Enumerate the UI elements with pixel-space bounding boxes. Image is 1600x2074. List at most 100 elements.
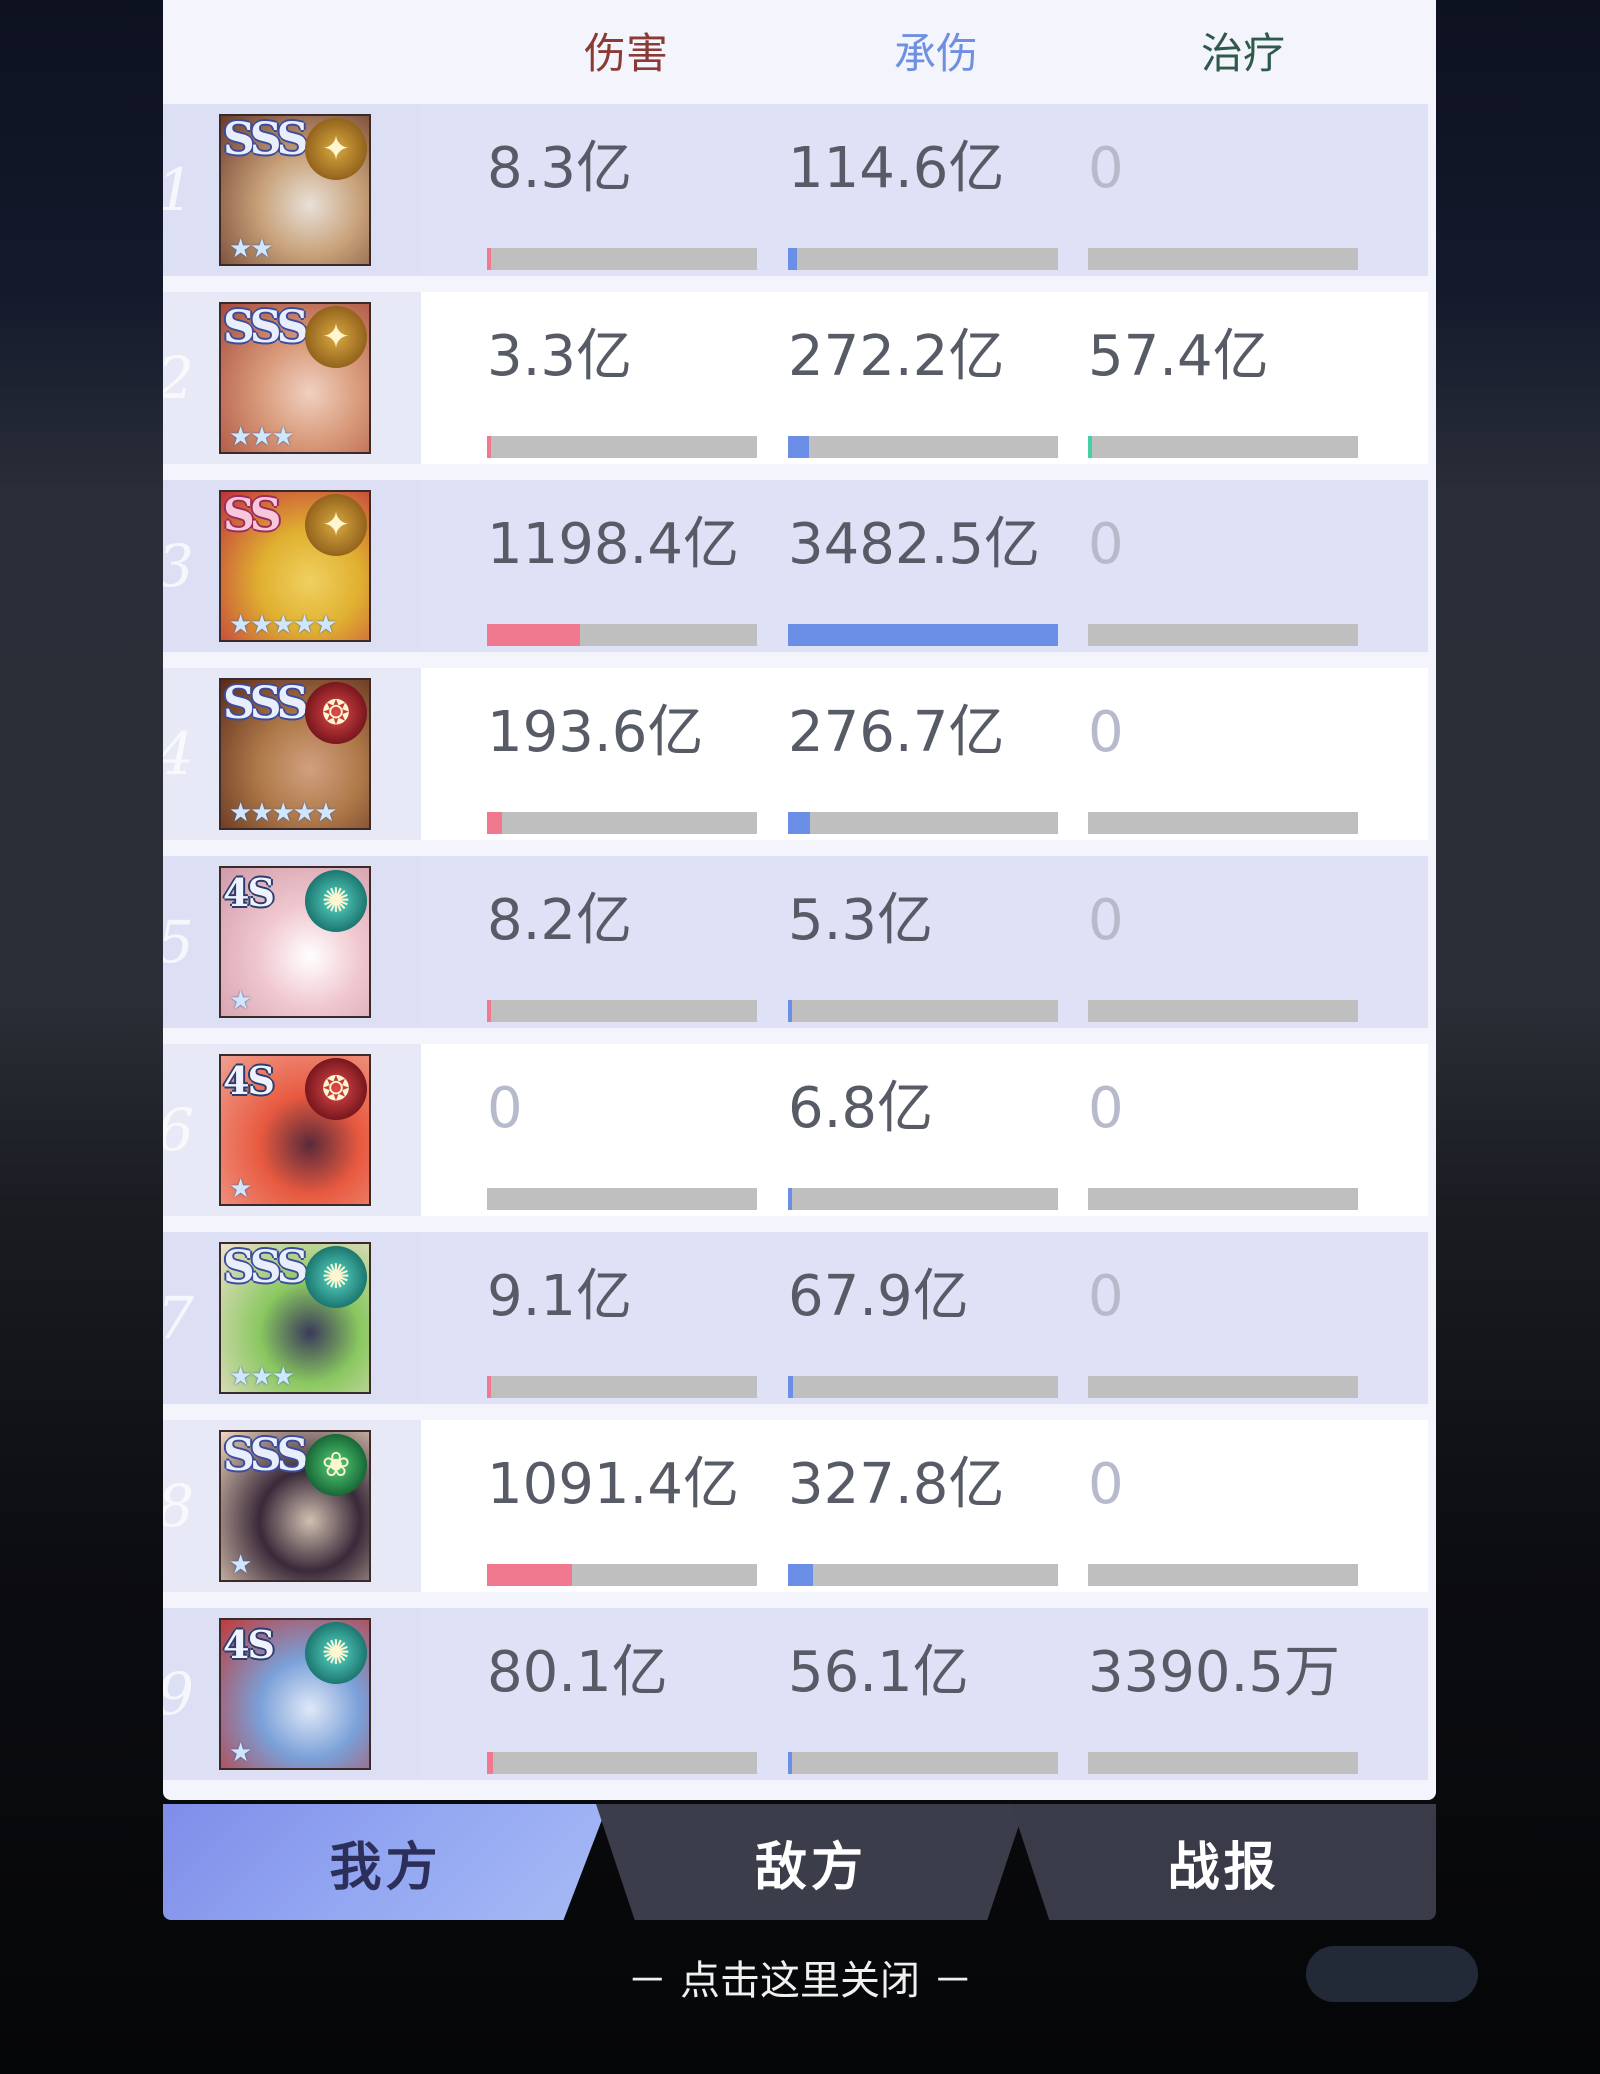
hero-slot-number: 1 [163, 156, 194, 224]
hero-rank-badge: 4S [223, 870, 275, 915]
healing-value: 57.4亿 [1088, 324, 1269, 389]
healing-value: 0 [1088, 888, 1124, 953]
hero-rank-badge: 4S [223, 1622, 275, 1667]
damage-bar-fill [487, 1000, 492, 1022]
hero-portrait[interactable]: SSS ✦ ★★★ [219, 302, 371, 454]
damage-bar [487, 248, 757, 270]
damage-taken-value: 3482.5亿 [788, 512, 1040, 577]
damage-bar [487, 436, 757, 458]
faction-emblem-icon: ❂ [305, 682, 367, 744]
column-header-damage-taken: 承伤 [893, 29, 978, 78]
damage-bar-fill [487, 1376, 492, 1398]
damage-taken-value: 327.8亿 [788, 1452, 1005, 1517]
hero-portrait[interactable]: SSS ❂ ★★★★★ [219, 678, 371, 830]
tab-battle-report[interactable]: 战报 [1011, 1804, 1436, 1920]
hero-row: 5 4S ✺ ★ 8.2亿 5.3亿 0 [163, 856, 1428, 1028]
hero-portrait[interactable]: SS ✦ ★★★★★ [219, 490, 371, 642]
hero-row: 1 SSS✦ ★★ 8.3亿 114.6亿 0 [163, 104, 1428, 276]
hero-rank-badge: SSS [223, 114, 308, 165]
hero-rank-badge: SSS [223, 1430, 308, 1481]
damage-taken-value: 6.8亿 [788, 1076, 934, 1141]
healing-value: 0 [1088, 1452, 1124, 1517]
star-rating: ★★★ [229, 1362, 295, 1392]
hero-rank-badge: SSS [223, 302, 308, 353]
damage-taken-bar-fill [788, 1188, 793, 1210]
damage-value: 1091.4亿 [487, 1452, 739, 1517]
healing-bar [1088, 1752, 1358, 1774]
healing-bar [1088, 1376, 1358, 1398]
damage-taken-value: 67.9亿 [788, 1264, 969, 1329]
hero-portrait[interactable]: SSS ✺ ★★★ [219, 1242, 371, 1394]
hero-portrait[interactable]: 4S ✺ ★ [219, 866, 371, 1018]
damage-bar [487, 1188, 757, 1210]
damage-taken-bar-fill [788, 624, 1058, 646]
damage-value: 1198.4亿 [487, 512, 739, 577]
healing-value: 0 [1088, 1076, 1124, 1141]
star-rating: ★ [229, 1174, 252, 1204]
hero-portrait[interactable]: SSS ❀ ★ [219, 1430, 371, 1582]
damage-bar-fill [487, 1564, 572, 1586]
damage-taken-bar-fill [788, 1752, 793, 1774]
hero-rank-badge: SSS [223, 1242, 308, 1293]
damage-bar [487, 1564, 757, 1586]
damage-taken-value: 276.7亿 [788, 700, 1005, 765]
hero-slot-number: 9 [163, 1660, 194, 1728]
healing-bar [1088, 248, 1358, 270]
hero-slot-number: 6 [163, 1096, 194, 1164]
hero-row: 8 SSS❀ ★ 1091.4亿 327.8亿 0 [163, 1420, 1428, 1592]
column-header-healing: 治疗 [1200, 29, 1285, 78]
blurred-button[interactable] [1306, 1946, 1478, 2002]
faction-emblem-icon: ❂ [305, 1058, 367, 1120]
damage-taken-bar-fill [788, 812, 810, 834]
damage-taken-bar [788, 1564, 1058, 1586]
faction-emblem-icon: ✺ [305, 1246, 367, 1308]
healing-bar [1088, 1564, 1358, 1586]
healing-bar [1088, 436, 1358, 458]
hero-row: 6 4S ❂ ★ 0 6.8亿 0 [163, 1044, 1428, 1216]
damage-taken-value: 56.1亿 [788, 1640, 969, 1705]
hero-rank-badge: SSS [223, 678, 308, 729]
healing-value: 0 [1088, 700, 1124, 765]
damage-taken-bar [788, 1188, 1058, 1210]
damage-taken-value: 272.2亿 [788, 324, 1005, 389]
damage-bar [487, 1752, 757, 1774]
battle-stats-panel: 伤害 承伤 治疗 1SSS✦★★8.3亿114.6亿02SSS✦★★★3.3亿2… [163, 0, 1436, 1800]
damage-bar-fill [487, 436, 492, 458]
damage-value: 3.3亿 [487, 324, 633, 389]
damage-bar [487, 1000, 757, 1022]
damage-bar [487, 1376, 757, 1398]
damage-value: 8.2亿 [487, 888, 633, 953]
damage-value: 8.3亿 [487, 136, 633, 201]
damage-value: 9.1亿 [487, 1264, 633, 1329]
hero-portrait[interactable]: 4S ❂ ★ [219, 1054, 371, 1206]
damage-taken-bar-fill [788, 1000, 793, 1022]
tab-our-side[interactable]: 我方 [163, 1804, 608, 1920]
hero-row: 2 SSS✦ ★★★ 3.3亿 272.2亿 57.4亿 [163, 292, 1428, 464]
damage-taken-bar-fill [788, 248, 797, 270]
damage-taken-bar [788, 624, 1058, 646]
star-rating: ★ [229, 986, 252, 1016]
hero-rank-badge: SS [223, 490, 282, 541]
star-rating: ★ [229, 1550, 252, 1580]
hero-rank-badge: 4S [223, 1058, 275, 1103]
hero-portrait[interactable]: 4S ✺ ★ [219, 1618, 371, 1770]
damage-taken-bar [788, 812, 1058, 834]
damage-bar-fill [487, 1752, 494, 1774]
damage-value: 80.1亿 [487, 1640, 668, 1705]
star-rating: ★ [229, 1738, 252, 1768]
damage-taken-bar [788, 248, 1058, 270]
hero-row: 7 SSS✺ ★★★ 9.1亿 67.9亿 0 [163, 1232, 1428, 1404]
tab-enemy-side[interactable]: 敌方 [596, 1804, 1026, 1920]
hero-slot-number: 3 [163, 532, 194, 600]
side-tabs: 我方 敌方 战报 [163, 1804, 1436, 1920]
hero-row: 4 SSS❂ ★★★★★ 193.6亿 276.7亿 0 [163, 668, 1428, 840]
damage-taken-bar [788, 1752, 1058, 1774]
damage-taken-value: 114.6亿 [788, 136, 1005, 201]
hero-portrait[interactable]: SSS ✦ ★★ [219, 114, 371, 266]
hero-slot-number: 7 [163, 1284, 194, 1352]
hero-slot-number: 5 [163, 908, 194, 976]
star-rating: ★★ [229, 234, 274, 264]
star-rating: ★★★★★ [229, 610, 338, 640]
faction-emblem-icon: ✺ [305, 870, 367, 932]
damage-taken-bar [788, 1376, 1058, 1398]
